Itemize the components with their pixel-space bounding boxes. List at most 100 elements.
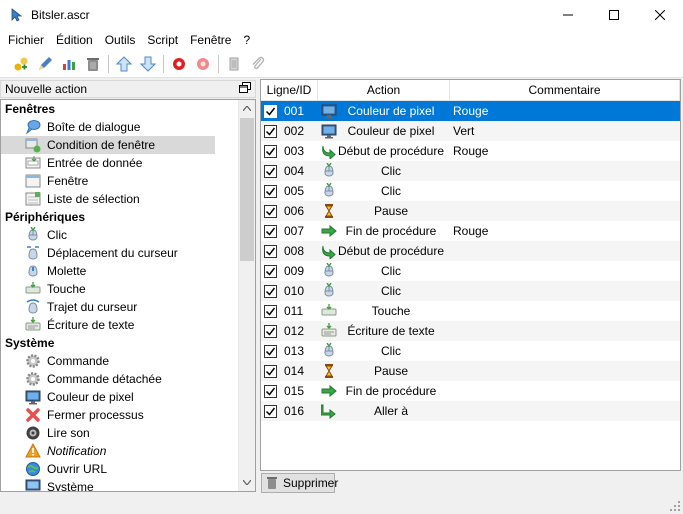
- edit-icon[interactable]: [34, 53, 56, 75]
- arrow-down-icon[interactable]: [137, 53, 159, 75]
- record-stop-icon[interactable]: [192, 53, 214, 75]
- action-item-liste-de-selection[interactable]: Liste de sélection: [1, 190, 255, 208]
- cell-comment[interactable]: [450, 161, 680, 181]
- menu-outils[interactable]: Outils: [99, 30, 142, 51]
- action-item-systeme[interactable]: Système: [1, 478, 255, 491]
- column-header-action[interactable]: Action: [318, 80, 450, 101]
- action-item-fenetre[interactable]: Fenêtre: [1, 172, 255, 190]
- cell-comment[interactable]: [450, 181, 680, 201]
- document-icon[interactable]: [223, 53, 245, 75]
- enabled-checkbox[interactable]: [264, 324, 277, 338]
- action-item-trajet-du-curseur[interactable]: Trajet du curseur: [1, 298, 255, 316]
- action-item-commande-detachee[interactable]: Commande détachée: [1, 370, 255, 388]
- trash-icon[interactable]: [82, 53, 104, 75]
- action-item-fermer-processus[interactable]: Fermer processus: [1, 406, 255, 424]
- close-button[interactable]: [637, 0, 683, 30]
- enabled-checkbox[interactable]: [264, 304, 277, 318]
- paperclip-icon[interactable]: [247, 53, 269, 75]
- action-item-ecriture-de-texte[interactable]: Écriture de texte: [1, 316, 255, 334]
- line-id: 001: [284, 104, 305, 118]
- enabled-checkbox[interactable]: [264, 384, 277, 398]
- action-item-clic[interactable]: Clic: [1, 226, 255, 244]
- action-item-condition-de-fenetre[interactable]: Condition de fenêtre: [1, 136, 215, 154]
- table-row[interactable]: 014 Pause: [261, 361, 680, 381]
- cell-comment[interactable]: [450, 241, 680, 261]
- menu-edition[interactable]: Édition: [50, 30, 99, 51]
- cell-comment[interactable]: Rouge: [450, 221, 680, 241]
- action-item-boite-de-dialogue[interactable]: Boîte de dialogue: [1, 118, 255, 136]
- chart-icon[interactable]: [58, 53, 80, 75]
- scrollbar-thumb[interactable]: [240, 118, 254, 261]
- table-row[interactable]: 004 Clic: [261, 161, 680, 181]
- action-item-touche[interactable]: Touche: [1, 280, 255, 298]
- menu-script[interactable]: Script: [141, 30, 184, 51]
- enabled-checkbox[interactable]: [264, 204, 277, 218]
- enabled-checkbox[interactable]: [264, 104, 277, 118]
- enabled-checkbox[interactable]: [264, 164, 277, 178]
- action-item-label: Commande: [47, 354, 110, 368]
- cell-comment[interactable]: [450, 401, 680, 421]
- column-header-line-id[interactable]: Ligne/ID: [261, 80, 318, 101]
- enabled-checkbox[interactable]: [264, 184, 277, 198]
- table-row[interactable]: 011 Touche: [261, 301, 680, 321]
- table-row[interactable]: 016 Aller à: [261, 401, 680, 421]
- table-row[interactable]: 013 Clic: [261, 341, 680, 361]
- table-row[interactable]: 015 Fin de procédure: [261, 381, 680, 401]
- table-row[interactable]: 010 Clic: [261, 281, 680, 301]
- table-row[interactable]: 012 Écriture de texte: [261, 321, 680, 341]
- table-row[interactable]: 001 Couleur de pixel Rouge: [261, 101, 680, 121]
- delete-button[interactable]: Supprimer: [261, 473, 338, 493]
- action-item-notification[interactable]: Notification: [1, 442, 255, 460]
- enabled-checkbox[interactable]: [264, 264, 277, 278]
- action-item-ouvrir-url[interactable]: Ouvrir URL: [1, 460, 255, 478]
- menu-fichier[interactable]: Fichier: [2, 30, 50, 51]
- mouse-click-icon: [321, 183, 337, 199]
- table-row[interactable]: 009 Clic: [261, 261, 680, 281]
- scroll-down-icon[interactable]: [239, 474, 255, 491]
- cell-comment[interactable]: [450, 321, 680, 341]
- action-item-molette[interactable]: Molette: [1, 262, 255, 280]
- enabled-checkbox[interactable]: [264, 364, 277, 378]
- action-item-entree-de-donnee[interactable]: Entrée de donnée: [1, 154, 255, 172]
- action-item-commande[interactable]: Commande: [1, 352, 255, 370]
- enabled-checkbox[interactable]: [264, 404, 277, 418]
- cell-comment[interactable]: Vert: [450, 121, 680, 141]
- record-icon[interactable]: [168, 53, 190, 75]
- table-row[interactable]: 002 Couleur de pixel Vert: [261, 121, 680, 141]
- enabled-checkbox[interactable]: [264, 244, 277, 258]
- menu-fenetre[interactable]: Fenêtre: [184, 30, 237, 51]
- table-row[interactable]: 007 Fin de procédure Rouge: [261, 221, 680, 241]
- resize-grip-icon[interactable]: [669, 500, 681, 512]
- minimize-button[interactable]: [545, 0, 591, 30]
- cell-comment[interactable]: [450, 361, 680, 381]
- cell-comment[interactable]: [450, 201, 680, 221]
- column-header-comment[interactable]: Commentaire: [450, 80, 680, 101]
- new-icon[interactable]: [10, 53, 32, 75]
- enabled-checkbox[interactable]: [264, 144, 277, 158]
- cell-comment[interactable]: Rouge: [450, 101, 680, 121]
- cell-comment[interactable]: [450, 261, 680, 281]
- enabled-checkbox[interactable]: [264, 224, 277, 238]
- scroll-up-icon[interactable]: [239, 100, 255, 117]
- enabled-checkbox[interactable]: [264, 284, 277, 298]
- action-item-deplacement-du-curseur[interactable]: Déplacement du curseur: [1, 244, 255, 262]
- table-row[interactable]: 003 Début de procédure Rouge: [261, 141, 680, 161]
- enabled-checkbox[interactable]: [264, 124, 277, 138]
- cell-comment[interactable]: [450, 341, 680, 361]
- table-row[interactable]: 006 Pause: [261, 201, 680, 221]
- menu-help[interactable]: ?: [237, 30, 256, 51]
- action-item-couleur-de-pixel[interactable]: Couleur de pixel: [1, 388, 255, 406]
- arrow-up-icon[interactable]: [113, 53, 135, 75]
- cell-comment[interactable]: [450, 301, 680, 321]
- cell-comment[interactable]: [450, 281, 680, 301]
- mouse-click-icon: [321, 343, 337, 359]
- float-window-icon[interactable]: [239, 82, 251, 94]
- vertical-scrollbar[interactable]: [238, 100, 255, 491]
- cell-comment[interactable]: Rouge: [450, 141, 680, 161]
- enabled-checkbox[interactable]: [264, 344, 277, 358]
- table-row[interactable]: 005 Clic: [261, 181, 680, 201]
- action-item-lire-son[interactable]: Lire son: [1, 424, 255, 442]
- maximize-button[interactable]: [591, 0, 637, 30]
- cell-comment[interactable]: [450, 381, 680, 401]
- table-row[interactable]: 008 Début de procédure: [261, 241, 680, 261]
